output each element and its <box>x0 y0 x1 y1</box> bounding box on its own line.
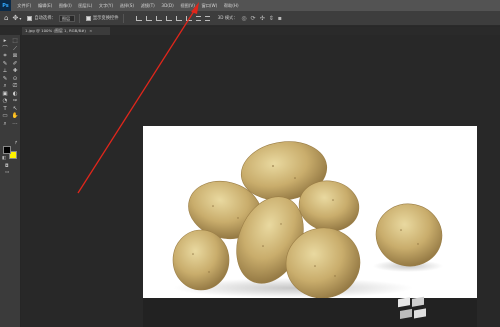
hand-icon[interactable]: ✋ <box>12 113 19 120</box>
default-colors-icon[interactable]: ◧ <box>2 156 6 161</box>
menu-help[interactable]: 帮助(H) <box>221 0 242 11</box>
sponge-icon[interactable]: ◔ <box>3 98 8 105</box>
menu-items: 文件(F) 编辑(E) 图像(I) 图层(L) 文字(Y) 选择(S) 滤镜(T… <box>14 0 242 11</box>
align-left-icon[interactable] <box>135 15 142 21</box>
align-middle-icon[interactable] <box>175 15 182 21</box>
more-tools-icon[interactable]: ⋯ <box>12 121 18 128</box>
tool-grid: ▸ ⬚ ⌒ ⟋ ⌗ ⊠ ✎ ✐ ⟂ ✚ ✎ ⊙ ⌕ ⎚ ▣ ◐ ◔ ✑ T ↖ … <box>0 38 21 128</box>
menu-edit[interactable]: 编辑(E) <box>35 0 56 11</box>
roll-3d-icon[interactable]: ⟳ <box>251 15 256 22</box>
menu-window[interactable]: 窗口(W) <box>198 0 220 11</box>
magic-wand-icon[interactable]: ⟋ <box>13 46 17 53</box>
close-icon[interactable]: × <box>89 28 92 33</box>
separator <box>78 13 80 23</box>
marquee-icon[interactable]: ⬚ <box>12 38 17 45</box>
home-icon[interactable]: ⌂ <box>4 11 8 26</box>
transform-controls-label: 显示变换控件 <box>92 16 119 21</box>
mode-3d-label: 3D 模式： <box>217 15 238 20</box>
chevron-down-icon[interactable]: ▾ <box>19 11 21 26</box>
pen-icon[interactable]: ◐ <box>13 91 18 98</box>
align-bottom-icon[interactable] <box>185 15 192 21</box>
transform-controls-checkbox[interactable] <box>85 15 91 21</box>
menu-file[interactable]: 文件(F) <box>14 0 35 11</box>
auto-select-dropdown[interactable]: 图层 <box>58 14 75 22</box>
type-icon[interactable]: T <box>3 106 6 113</box>
document-tab[interactable]: 1.jpg @ 100% (图层 1, RGB/8#) × <box>22 27 110 35</box>
pan-3d-icon[interactable]: ✣ <box>260 15 265 22</box>
eraser-icon[interactable]: ⊙ <box>13 76 18 83</box>
align-buttons <box>132 15 210 21</box>
rectangle-icon[interactable]: ▭ <box>2 113 7 120</box>
auto-select-label: 自动选择： <box>34 16 56 21</box>
eyedropper-icon[interactable]: ✎ <box>3 61 8 68</box>
gradient-icon[interactable]: ⌕ <box>3 83 6 90</box>
move-icon[interactable]: ▸ <box>4 38 7 45</box>
watermark-logo-icon <box>398 296 426 319</box>
frame-icon[interactable]: ⊠ <box>13 53 18 60</box>
lasso-icon[interactable]: ⌒ <box>2 46 8 53</box>
options-bar: ⌂ ✥ ▾ 自动选择： 图层 显示变换控件 3D 模式： ◎ ⟳ ✣ ⇕ ▪ <box>0 11 500 26</box>
separator <box>122 13 124 23</box>
freeform-pen-icon[interactable]: ✑ <box>13 98 18 105</box>
menu-filter[interactable]: 滤镜(T) <box>137 0 158 11</box>
potatoes-image <box>172 141 443 298</box>
zoom-icon[interactable]: ⌕ <box>3 121 6 128</box>
tools-panel: ▸ ⬚ ⌒ ⟋ ⌗ ⊠ ✎ ✐ ⟂ ✚ ✎ ⊙ ⌕ ⎚ ▣ ◐ ◔ ✑ T ↖ … <box>0 35 21 327</box>
menu-layer[interactable]: 图层(L) <box>75 0 96 11</box>
menu-type[interactable]: 文字(Y) <box>96 0 117 11</box>
swap-colors-icon[interactable]: ↱ <box>14 141 18 146</box>
healing-brush-icon[interactable]: ✐ <box>13 61 18 68</box>
document-canvas[interactable] <box>143 126 477 298</box>
foreground-color-swatch[interactable] <box>3 146 11 154</box>
align-center-icon[interactable] <box>145 15 152 21</box>
scale-3d-icon[interactable]: ▪ <box>278 15 282 22</box>
blur-icon[interactable]: ⎚ <box>13 83 17 90</box>
clone-stamp-icon[interactable]: ✚ <box>13 68 18 75</box>
brush-icon[interactable]: ⟂ <box>3 68 7 75</box>
path-selection-icon[interactable]: ↖ <box>13 106 18 113</box>
move-tool-icon[interactable]: ✥ <box>12 11 18 26</box>
align-top-icon[interactable] <box>165 15 172 21</box>
menu-image[interactable]: 图像(I) <box>56 0 75 11</box>
auto-select-checkbox[interactable] <box>27 15 33 21</box>
screen-mode-icon[interactable]: ▭ <box>5 170 9 175</box>
menu-3d[interactable]: 3D(D) <box>158 0 177 11</box>
quick-mask-icon[interactable]: ◘ <box>5 164 9 169</box>
menu-bar: Ps 文件(F) 编辑(E) 图像(I) 图层(L) 文字(Y) 选择(S) 滤… <box>0 0 500 11</box>
crop-icon[interactable]: ⌗ <box>3 53 6 60</box>
ps-logo-icon: Ps <box>0 0 11 11</box>
orbit-3d-icon[interactable]: ◎ <box>241 15 246 22</box>
document-tab-label: 1.jpg @ 100% (图层 1, RGB/8#) <box>25 28 86 33</box>
document-tab-bar: 1.jpg @ 100% (图层 1, RGB/8#) × <box>0 27 500 35</box>
align-right-icon[interactable] <box>155 15 162 21</box>
photoshop-window: Ps 文件(F) 编辑(E) 图像(I) 图层(L) 文字(Y) 选择(S) 滤… <box>0 0 500 327</box>
distribute-icon[interactable] <box>204 15 210 21</box>
distribute-icon[interactable] <box>195 15 201 21</box>
history-brush-icon[interactable]: ✎ <box>3 76 8 83</box>
slide-3d-icon[interactable]: ⇕ <box>269 15 274 22</box>
menu-view[interactable]: 视图(V) <box>177 0 198 11</box>
menu-select[interactable]: 选择(S) <box>116 0 137 11</box>
dodge-icon[interactable]: ▣ <box>2 91 7 98</box>
